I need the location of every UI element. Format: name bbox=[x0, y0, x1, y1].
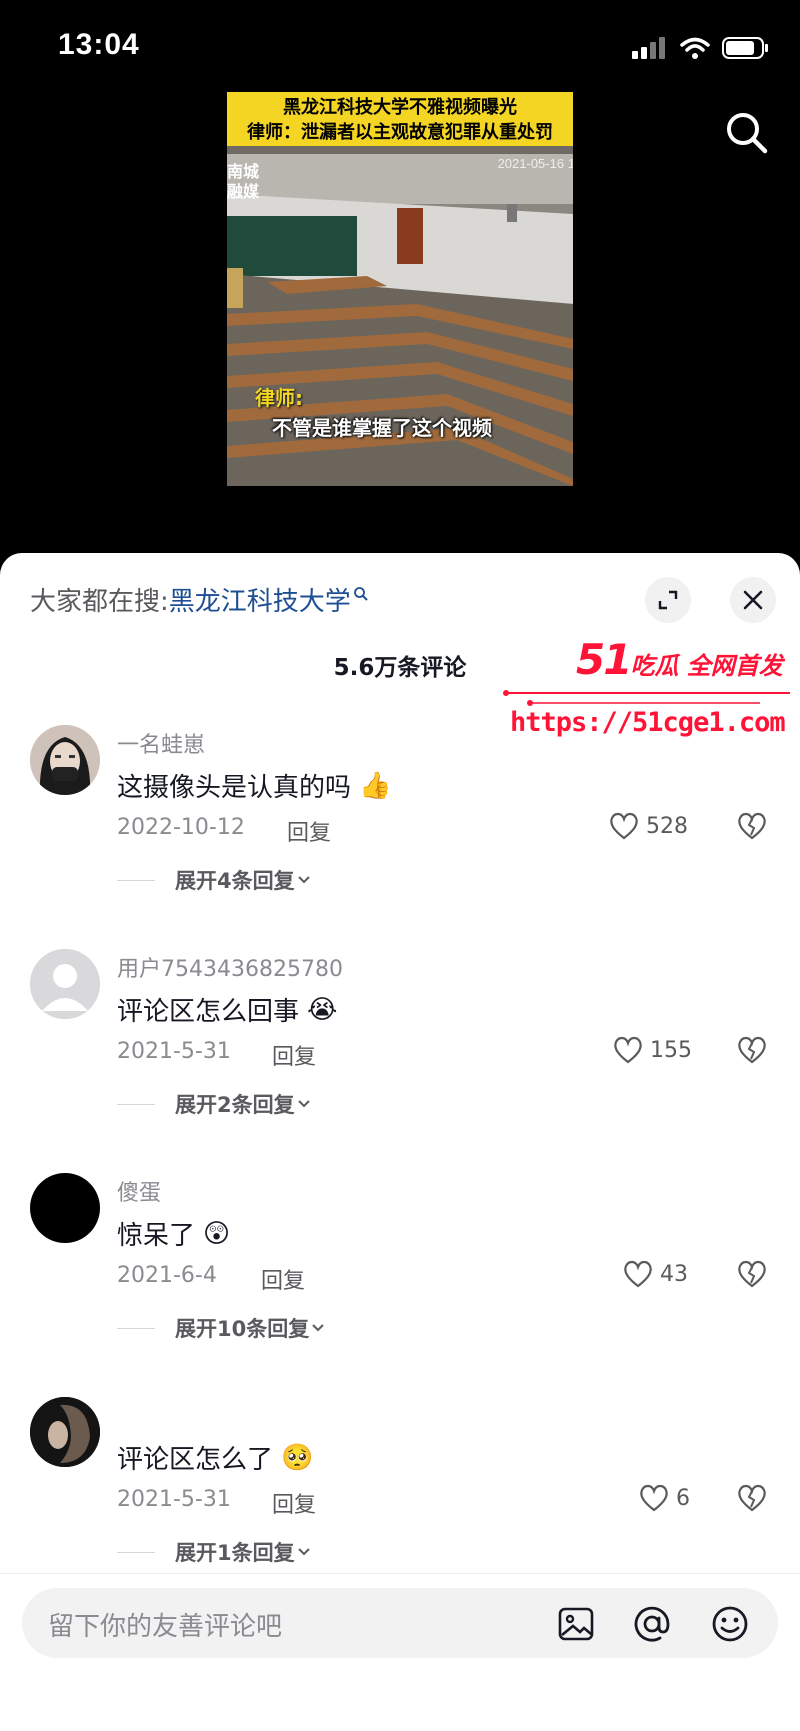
video-headline: 黑龙江科技大学不雅视频曝光 律师：泄漏者以主观故意犯罪从重处罚 bbox=[227, 92, 573, 146]
avatar[interactable] bbox=[30, 1397, 100, 1467]
comment-date: 2022-10-12 bbox=[117, 815, 245, 840]
comment-text-body: 惊呆了 bbox=[117, 1221, 196, 1251]
expand-replies-label: 展开2条回复 bbox=[175, 1093, 295, 1117]
crying-emoji: 😭 bbox=[307, 994, 338, 1025]
like-count: 43 bbox=[660, 1261, 688, 1287]
chevron-down-icon bbox=[297, 1100, 310, 1108]
chevron-down-icon bbox=[297, 1548, 310, 1556]
comment-text: 惊呆了 😲 bbox=[117, 1215, 230, 1252]
video-caption-speaker: 律师: bbox=[255, 386, 303, 410]
status-icons bbox=[632, 36, 770, 60]
video-caption-text: 不管是谁掌握了这个视频 bbox=[272, 416, 492, 440]
thumbs-up-emoji: 👍 bbox=[359, 770, 392, 801]
video-headline-line2: 律师：泄漏者以主观故意犯罪从重处罚 bbox=[247, 122, 553, 143]
expand-replies-label: 展开10条回复 bbox=[175, 1317, 310, 1341]
reply-button[interactable]: 回复 bbox=[272, 1039, 316, 1071]
status-time: 13:04 bbox=[58, 28, 140, 61]
comment-item: 傻蛋 惊呆了 😲 2021-6-4 回复 43 展开10条回复 bbox=[0, 1173, 800, 1393]
comment-username[interactable]: 傻蛋 bbox=[117, 1175, 161, 1207]
heart-icon bbox=[640, 1484, 668, 1512]
battery-icon bbox=[722, 37, 768, 59]
broken-heart-icon[interactable] bbox=[736, 1483, 768, 1513]
comment-text: 评论区怎么回事 😭 bbox=[117, 991, 337, 1028]
watermark-brand-number: 51 bbox=[576, 635, 632, 684]
avatar[interactable] bbox=[30, 949, 100, 1019]
comment-input-bar: 留下你的友善评论吧 bbox=[0, 1573, 800, 1731]
expand-replies-label: 展开1条回复 bbox=[175, 1541, 295, 1565]
like-button[interactable]: 43 bbox=[622, 1259, 688, 1289]
hot-search[interactable]: 大家都在搜: 黑龙江科技大学 bbox=[30, 581, 369, 618]
reply-button[interactable]: 回复 bbox=[261, 1263, 305, 1295]
expand-replies[interactable]: 展开1条回复 bbox=[117, 1537, 313, 1567]
video-headline-line1: 黑龙江科技大学不雅视频曝光 bbox=[283, 97, 517, 118]
chevron-down-icon bbox=[312, 1324, 324, 1332]
watermark-brand-text: 吃瓜 全网首发 bbox=[630, 652, 783, 680]
like-count: 528 bbox=[646, 813, 688, 839]
close-button[interactable] bbox=[730, 577, 776, 623]
heart-icon bbox=[610, 812, 638, 840]
video-player[interactable]: 黑龙江科技大学不雅视频曝光 律师：泄漏者以主观故意犯罪从重处罚 2021-05-… bbox=[227, 92, 573, 486]
like-count: 6 bbox=[676, 1485, 690, 1511]
watermark-brand: 51吃瓜 全网首发 bbox=[576, 635, 783, 684]
divider bbox=[117, 879, 155, 881]
video-channel-logo: 南城融媒 bbox=[227, 162, 260, 201]
broken-heart-icon[interactable] bbox=[736, 1035, 768, 1065]
divider bbox=[117, 1551, 155, 1553]
signal-icon bbox=[632, 37, 665, 59]
expand-replies[interactable]: 展开4条回复 bbox=[117, 865, 313, 895]
expand-button[interactable] bbox=[645, 577, 691, 623]
expand-icon bbox=[658, 590, 678, 610]
like-button[interactable]: 155 bbox=[612, 1035, 692, 1065]
video-timestamp: 2021-05-16 13:5 bbox=[497, 156, 573, 171]
heart-icon bbox=[614, 1036, 642, 1064]
shocked-emoji: 😲 bbox=[203, 1218, 231, 1249]
broken-heart-icon[interactable] bbox=[736, 1259, 768, 1289]
chevron-down-icon bbox=[297, 876, 310, 884]
pleading-emoji: 🥺 bbox=[281, 1442, 314, 1473]
hot-search-keyword[interactable]: 黑龙江科技大学 bbox=[169, 581, 351, 618]
comment-input-placeholder: 留下你的友善评论吧 bbox=[48, 1612, 283, 1642]
comment-text: 评论区怎么了 🥺 bbox=[117, 1439, 313, 1476]
comment-username[interactable]: 一名蛙崽 bbox=[117, 727, 205, 759]
comment-input[interactable]: 留下你的友善评论吧 bbox=[22, 1588, 778, 1658]
expand-replies-label: 展开4条回复 bbox=[175, 869, 295, 893]
hot-search-prefix: 大家都在搜: bbox=[30, 587, 169, 617]
divider bbox=[117, 1327, 155, 1329]
reply-button[interactable]: 回复 bbox=[272, 1487, 316, 1519]
comment-item: 用户7543436825780 评论区怎么回事 😭 2021-5-31 回复 1… bbox=[0, 949, 800, 1169]
comment-item: 一名蛙崽 这摄像头是认真的吗 👍 2022-10-12 回复 528 展开4条回… bbox=[0, 725, 800, 945]
comment-text-body: 评论区怎么了 bbox=[117, 1445, 274, 1475]
close-icon bbox=[743, 590, 763, 610]
status-bar: 13:04 bbox=[0, 0, 800, 100]
expand-replies[interactable]: 展开10条回复 bbox=[117, 1313, 327, 1343]
comment-sheet: 大家都在搜: 黑龙江科技大学 5.6万条评论 51吃瓜 全网首发 https:/… bbox=[0, 553, 800, 1731]
comment-date: 2021-5-31 bbox=[117, 1039, 231, 1064]
broken-heart-icon[interactable] bbox=[736, 811, 768, 841]
search-icon[interactable] bbox=[724, 110, 770, 156]
comment-text-body: 评论区怎么回事 bbox=[117, 997, 300, 1027]
wifi-icon bbox=[680, 37, 710, 59]
like-button[interactable]: 6 bbox=[638, 1483, 690, 1513]
heart-icon bbox=[624, 1260, 652, 1288]
comment-text-body: 这摄像头是认真的吗 bbox=[117, 773, 352, 803]
avatar[interactable] bbox=[30, 725, 100, 795]
like-count: 155 bbox=[650, 1037, 692, 1063]
comment-text: 这摄像头是认真的吗 👍 bbox=[117, 767, 391, 804]
avatar[interactable] bbox=[30, 1173, 100, 1243]
image-icon[interactable] bbox=[556, 1604, 596, 1644]
divider bbox=[117, 1103, 155, 1105]
at-icon[interactable] bbox=[632, 1604, 672, 1644]
like-button[interactable]: 528 bbox=[608, 811, 688, 841]
small-search-icon bbox=[353, 586, 368, 601]
comment-username[interactable]: 用户7543436825780 bbox=[117, 951, 343, 983]
comment-date: 2021-6-4 bbox=[117, 1263, 217, 1288]
emoji-icon[interactable] bbox=[710, 1604, 750, 1644]
expand-replies[interactable]: 展开2条回复 bbox=[117, 1089, 313, 1119]
comment-date: 2021-5-31 bbox=[117, 1487, 231, 1512]
reply-button[interactable]: 回复 bbox=[287, 815, 331, 847]
